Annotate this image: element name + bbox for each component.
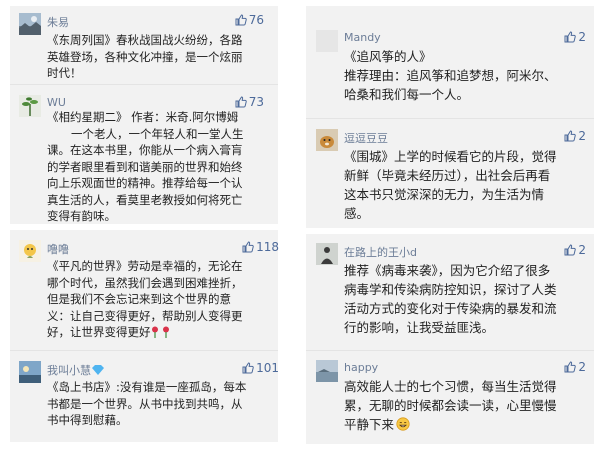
comment-item: Mandy 2 《追风筝的人》 推荐理由：追风筝和追梦想，阿米尔、 哈桑和我们每… <box>316 30 586 110</box>
dog-avatar[interactable] <box>316 129 338 151</box>
comment-username-text: 我叫小慧 <box>47 364 91 377</box>
empty-avatar[interactable] <box>316 30 338 52</box>
comment-username[interactable]: Mandy <box>344 31 381 44</box>
like-button[interactable]: 2 <box>564 243 586 257</box>
comment-text-line: 英雄登场，各种文化冲撞，是一个炫丽 <box>47 49 243 64</box>
comment-text-line: 但是我们不会忘记来到这个世界的意 <box>47 292 231 306</box>
comment-username[interactable]: WU <box>47 96 66 109</box>
comment-text-line: 义：让自己变得更好，帮助别人变得更 <box>47 308 243 323</box>
divider <box>10 84 278 85</box>
comment-item: 噜噜 118 《平凡的世界》劳动是幸福的，无论在 哪个时代，虽然我们会遇到困难挫… <box>19 240 279 345</box>
diamond-badge-icon <box>92 365 104 375</box>
comment-text: 推荐《病毒来袭》，因为它介绍了很多 病毒学和传染病防控知识，探讨了人类 活动方式… <box>344 261 557 337</box>
comment-text-line: 推荐《病毒来袭》，因为它介绍了很多 <box>344 263 551 278</box>
like-count: 118 <box>256 240 279 254</box>
thumbs-up-icon <box>235 96 247 108</box>
comment-text: 高效能人士的七个习惯，每当生活觉得 累，无聊的时候都会读一读，心里慢慢 平静下来 <box>344 377 557 434</box>
comment-username[interactable]: 我叫小慧 <box>47 362 104 378</box>
divider <box>306 118 594 119</box>
divider <box>306 350 594 351</box>
comment-text-line: 病毒学和传染病防控知识，探讨了人类 <box>344 282 557 297</box>
thumbs-up-icon <box>235 14 247 26</box>
comment-text-line: 《追风筝的人》 <box>344 49 432 64</box>
comment-text: 《相约星期二》 作者：米奇.阿尔博姆 一个老人，一个年轻人和一堂人生 课。在这本… <box>47 109 244 225</box>
comment-text-line: 《相约星期二》 作者：米奇.阿尔博姆 <box>47 110 239 124</box>
comment-item: happy 2 高效能人士的七个习惯，每当生活觉得 累，无聊的时候都会读一读，心… <box>316 360 586 440</box>
comment-item: 朱易 76 《东周列国》春秋战国战火纷纷，各路 英雄登场，各种文化冲撞，是一个炫… <box>19 13 264 81</box>
like-count: 2 <box>578 129 586 143</box>
comment-text-line: 课。在这本书里，你能从一个病入膏肓 <box>47 143 243 157</box>
like-count: 76 <box>248 13 264 27</box>
comment-item: WU 73 《相约星期二》 作者：米奇.阿尔博姆 一个老人，一个年轻人和一堂人生… <box>19 95 264 223</box>
like-count: 2 <box>578 243 586 257</box>
comment-text-line: 书中得到慰藉。 <box>47 413 128 427</box>
comment-text-line: 哈桑和我们每一个人。 <box>344 87 470 102</box>
comment-text: 《追风筝的人》 推荐理由：追风筝和追梦想，阿米尔、 哈桑和我们每一个人。 <box>344 47 557 104</box>
comment-text-line: 《平凡的世界》劳动是幸福的，无论在 <box>47 259 243 273</box>
comment-text-line: 书都是一个世界。从书中找到共鸣，从 <box>47 396 243 411</box>
comment-username[interactable]: 逗逗豆豆 <box>344 130 388 146</box>
comment-text-line: 活动方式的变化对于传染病的暴发和流 <box>344 301 557 316</box>
comment-text-line: 时代！ <box>47 66 82 80</box>
smile-emoji <box>396 417 410 431</box>
thumbs-up-icon <box>564 31 577 43</box>
comment-text-line: 《岛上书店》:没有谁是一座孤岛，每本 <box>47 380 247 394</box>
like-button[interactable]: 101 <box>242 361 279 375</box>
cartoon-avatar[interactable] <box>19 240 41 262</box>
comment-text-line: 《东周列国》春秋战国战火纷纷，各路 <box>47 33 243 47</box>
like-count: 2 <box>578 30 586 44</box>
comment-text-line: 向上乐观面世的精神。推荐给每一个认 <box>47 176 243 190</box>
comment-text-line-last: 平静下来 <box>344 415 557 434</box>
comment-text-line: 真生活的人，看莫里老教授如何将死亡 <box>47 192 243 207</box>
comment-text-line: 的学者眼里看到和谐美丽的世界和始终 <box>47 159 243 174</box>
comment-text: 《平凡的世界》劳动是幸福的，无论在 哪个时代，虽然我们会遇到困难挫折， 但是我们… <box>47 258 243 341</box>
comment-text-line: 哪个时代，虽然我们会遇到困难挫折， <box>47 275 243 290</box>
like-button[interactable]: 2 <box>564 30 586 44</box>
comment-text-line: 推荐理由：追风筝和追梦想，阿米尔、 <box>344 68 557 83</box>
comment-username[interactable]: 在路上的王小d <box>344 244 417 260</box>
like-count: 2 <box>578 360 586 374</box>
comment-text-line: 变得有韵味。 <box>47 209 116 223</box>
comment-text: 《东周列国》春秋战国战火纷纷，各路 英雄登场，各种文化冲撞，是一个炫丽 时代！ <box>47 32 243 82</box>
comment-text-line: 累，无聊的时候都会读一读，心里慢慢 <box>344 398 557 413</box>
seascape-avatar[interactable] <box>316 360 338 382</box>
comment-text: 《岛上书店》:没有谁是一座孤岛，每本 书都是一个世界。从书中找到共鸣，从 书中得… <box>47 379 246 429</box>
comment-username[interactable]: 噜噜 <box>47 241 69 257</box>
comment-text-line: 好，让世界变得更好 <box>47 325 151 339</box>
comment-item: 我叫小慧 101 《岛上书店》:没有谁是一座孤岛，每本 书都是一个世界。从书中找… <box>19 361 279 436</box>
like-button[interactable]: 73 <box>235 95 264 109</box>
comment-text-line: 高效能人士的七个习惯，每当生活觉得 <box>344 379 557 394</box>
comment-username[interactable]: 朱易 <box>47 14 69 30</box>
landscape-avatar[interactable] <box>19 13 41 35</box>
sky-avatar[interactable] <box>19 361 41 383</box>
comment-screenshot-collage: 朱易 76 《东周列国》春秋战国战火纷纷，各路 英雄登场，各种文化冲撞，是一个炫… <box>0 0 600 450</box>
thumbs-up-icon <box>242 241 254 253</box>
like-count: 73 <box>248 95 264 109</box>
comment-username[interactable]: happy <box>344 361 378 374</box>
thumbs-up-icon <box>564 130 577 142</box>
comment-text-line: 行的影响，让我受益匪浅。 <box>344 320 495 335</box>
comment-item: 逗逗豆豆 2 《围城》上学的时候看它的片段，觉得 新鲜（毕竟未经历过），出社会后… <box>316 129 586 224</box>
thumbs-up-icon <box>564 244 577 256</box>
rose-emoji <box>151 326 169 338</box>
comment-text-line: 感。 <box>344 206 370 221</box>
like-button[interactable]: 2 <box>564 360 586 374</box>
comment-text-line: 这本书只觉深深的无力，为生活为情 <box>344 187 545 202</box>
comment-text-line: 新鲜（毕竟未经历过），出社会后再看 <box>344 168 551 183</box>
comment-text-line: 一个老人，一个年轻人和一堂人生 <box>71 126 244 141</box>
divider <box>10 350 278 351</box>
like-count: 101 <box>256 361 279 375</box>
thumbs-up-icon <box>242 362 254 374</box>
comment-text: 《围城》上学的时候看它的片段，觉得 新鲜（毕竟未经历过），出社会后再看 这本书只… <box>344 147 557 223</box>
comment-text-line: 《围城》上学的时候看它的片段，觉得 <box>344 149 557 164</box>
comment-item: 在路上的王小d 2 推荐《病毒来袭》，因为它介绍了很多 病毒学和传染病防控知识，… <box>316 243 586 343</box>
comment-text-line: 平静下来 <box>344 417 395 432</box>
thumbs-up-icon <box>564 361 577 373</box>
like-button[interactable]: 2 <box>564 129 586 143</box>
comment-text-line-last: 好，让世界变得更好 <box>47 324 243 341</box>
plant-avatar[interactable] <box>19 95 41 117</box>
like-button[interactable]: 118 <box>242 240 279 254</box>
like-button[interactable]: 76 <box>235 13 264 27</box>
silhouette-avatar[interactable] <box>316 243 338 265</box>
